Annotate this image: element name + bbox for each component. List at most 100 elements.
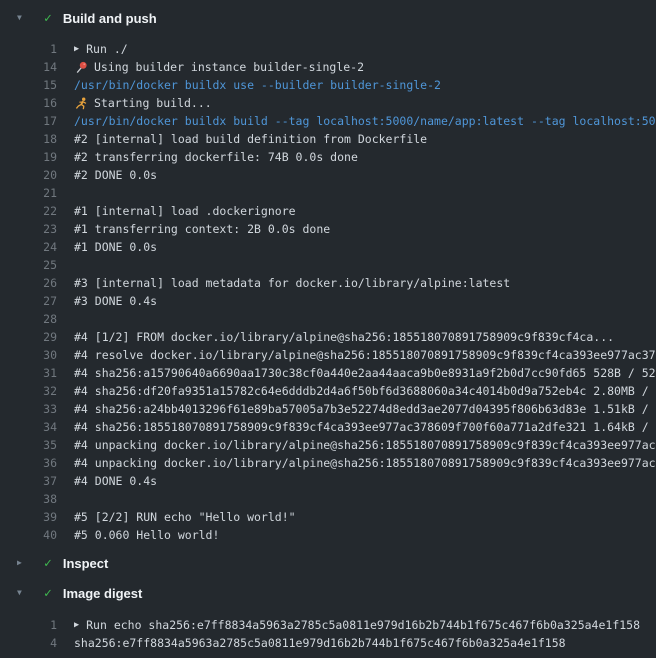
line-text: #5 [2/2] RUN echo "Hello world!": [74, 508, 656, 526]
chevron-down-icon[interactable]: ▼: [17, 14, 28, 22]
chevron-right-icon[interactable]: ▶: [17, 559, 28, 567]
log-line: 18 #2 [internal] load build definition fr…: [0, 130, 656, 148]
line-number[interactable]: 14: [0, 58, 57, 76]
line-number[interactable]: 36: [0, 454, 57, 472]
log-line: 38: [0, 490, 656, 508]
log-line[interactable]: 1▶Run ./: [0, 40, 656, 58]
section-body-image-digest: 1 ▶Run echo sha256:e7ff8834a5963a2785c5a0…: [0, 608, 656, 658]
log-line: 28: [0, 310, 656, 328]
line-text-content: #5 0.060 Hello world!: [74, 526, 219, 544]
line-text-content: sha256:e7ff8834a5963a2785c5a0811e979d16b…: [74, 634, 566, 652]
line-text-content: #4 sha256:df20fa9351a15782c64e6dddb2d4a6…: [74, 382, 656, 400]
log-line[interactable]: 1 ▶Run echo sha256:e7ff8834a5963a2785c5a0…: [0, 616, 656, 634]
line-number[interactable]: 38: [0, 490, 57, 508]
line-text-content: #4 [1/2] FROM docker.io/library/alpine@s…: [74, 328, 614, 346]
line-text: [74, 310, 656, 328]
line-text: #4 sha256:df20fa9351a15782c64e6dddb2d4a6…: [74, 382, 656, 400]
line-number[interactable]: 37: [0, 472, 57, 490]
line-text: #4 unpacking docker.io/library/alpine@sh…: [74, 436, 656, 454]
log-line: 27#3 DONE 0.4s: [0, 292, 656, 310]
line-number[interactable]: 24: [0, 238, 57, 256]
line-number[interactable]: 28: [0, 310, 57, 328]
line-number[interactable]: 19: [0, 148, 57, 166]
line-number[interactable]: 26: [0, 274, 57, 292]
section-header-inspect[interactable]: ▶ ✓ Inspect: [0, 548, 656, 578]
log-line: 25: [0, 256, 656, 274]
log-line: 20 #2 DONE 0.0s: [0, 166, 656, 184]
line-number[interactable]: 4: [0, 634, 57, 652]
line-text-content: #1 transferring context: 2B 0.0s done: [74, 220, 330, 238]
log-line: 14 Using builder instance builder-single-…: [0, 58, 656, 76]
line-number[interactable]: 35: [0, 436, 57, 454]
line-text: #4 unpacking docker.io/library/alpine@sh…: [74, 454, 656, 472]
line-text: [74, 256, 656, 274]
log-line: 40 #5 0.060 Hello world!: [0, 526, 656, 544]
line-text-content: #2 [internal] load build definition from…: [74, 130, 427, 148]
log-line: 17/usr/bin/docker buildx build --tag loc…: [0, 112, 656, 130]
line-text-content: #2 DONE 0.0s: [74, 166, 157, 184]
line-number[interactable]: 32: [0, 382, 57, 400]
log-line: 37 #4 DONE 0.4s: [0, 472, 656, 490]
line-text: #4 resolve docker.io/library/alpine@sha2…: [74, 346, 656, 364]
log-line: 30 #4 resolve docker.io/library/alpine@sh…: [0, 346, 656, 364]
line-text-content: Starting build...: [94, 94, 212, 112]
line-number[interactable]: 21: [0, 184, 57, 202]
line-text: #4 DONE 0.4s: [74, 472, 656, 490]
line-text-content: #1 DONE 0.0s: [74, 238, 157, 256]
line-number[interactable]: 18: [0, 130, 57, 148]
line-number[interactable]: 29: [0, 328, 57, 346]
log-line: 32 #4 sha256:df20fa9351a15782c64e6dddb2d4…: [0, 382, 656, 400]
line-text: Using builder instance builder-single-2: [74, 58, 656, 76]
line-text: #5 0.060 Hello world!: [74, 526, 656, 544]
section-header-image-digest[interactable]: ▼✓Image digest: [0, 578, 656, 608]
section-build-and-push: ▼✓Build and push1▶Run ./14Using builder …: [0, 0, 656, 548]
line-number[interactable]: 22: [0, 202, 57, 220]
line-number[interactable]: 31: [0, 364, 57, 382]
line-text-content: #4 sha256:a15790640a6690aa1730c38cf0a440…: [74, 364, 656, 382]
line-text: ▶Run echo sha256:e7ff8834a5963a2785c5a08…: [74, 616, 656, 634]
log-line: 24 #1 DONE 0.0s: [0, 238, 656, 256]
play-icon: ▶: [74, 45, 79, 54]
line-number[interactable]: 34: [0, 418, 57, 436]
line-text: #2 [internal] load build definition from…: [74, 130, 656, 148]
line-number[interactable]: 1: [0, 40, 57, 58]
line-number[interactable]: 17: [0, 112, 57, 130]
log-line: 15/usr/bin/docker buildx use --builder b…: [0, 76, 656, 94]
line-number[interactable]: 39: [0, 508, 57, 526]
section-title: Image digest: [63, 586, 142, 601]
line-number[interactable]: 25: [0, 256, 57, 274]
line-text: /usr/bin/docker buildx use --builder bui…: [74, 76, 656, 94]
line-number[interactable]: 40: [0, 526, 57, 544]
line-text: [74, 184, 656, 202]
line-number[interactable]: 15: [0, 76, 57, 94]
log-line: 31 #4 sha256:a15790640a6690aa1730c38cf0a4…: [0, 364, 656, 382]
chevron-down-icon[interactable]: ▼: [17, 589, 28, 597]
log-line: 39 #5 [2/2] RUN echo "Hello world!": [0, 508, 656, 526]
section-inspect: ▶ ✓ Inspect: [0, 548, 656, 578]
line-number[interactable]: 16: [0, 94, 57, 112]
section-title: Inspect: [63, 556, 109, 571]
line-number[interactable]: 23: [0, 220, 57, 238]
line-text: Starting build...: [74, 94, 656, 112]
log-line: 29 #4 [1/2] FROM docker.io/library/alpine…: [0, 328, 656, 346]
section-body-build-and-push: 1▶Run ./14Using builder instance builder…: [0, 36, 656, 548]
runner-icon: [74, 96, 88, 110]
workflow-log: ▼✓Build and push1▶Run ./14Using builder …: [0, 0, 656, 658]
line-number[interactable]: 30: [0, 346, 57, 364]
check-success-icon: ✓: [44, 557, 52, 570]
line-text: #4 sha256:a15790640a6690aa1730c38cf0a440…: [74, 364, 656, 382]
log-line: 35 #4 unpacking docker.io/library/alpine@…: [0, 436, 656, 454]
line-text: #2 DONE 0.0s: [74, 166, 656, 184]
log-line: 16 Starting build...: [0, 94, 656, 112]
pushpin-icon: [74, 60, 88, 74]
line-number[interactable]: 20: [0, 166, 57, 184]
line-text: sha256:e7ff8834a5963a2785c5a0811e979d16b…: [74, 634, 656, 652]
section-image-digest: ▼✓Image digest 1 ▶Run echo sha256:e7ff8834…: [0, 578, 656, 658]
line-number[interactable]: 27: [0, 292, 57, 310]
log-line: 21: [0, 184, 656, 202]
line-number[interactable]: 33: [0, 400, 57, 418]
line-number[interactable]: 1: [0, 616, 57, 634]
section-header-build-and-push[interactable]: ▼✓Build and push: [0, 0, 656, 36]
play-icon: ▶: [74, 621, 79, 630]
log-line: 26#3 [internal] load metadata for docker…: [0, 274, 656, 292]
